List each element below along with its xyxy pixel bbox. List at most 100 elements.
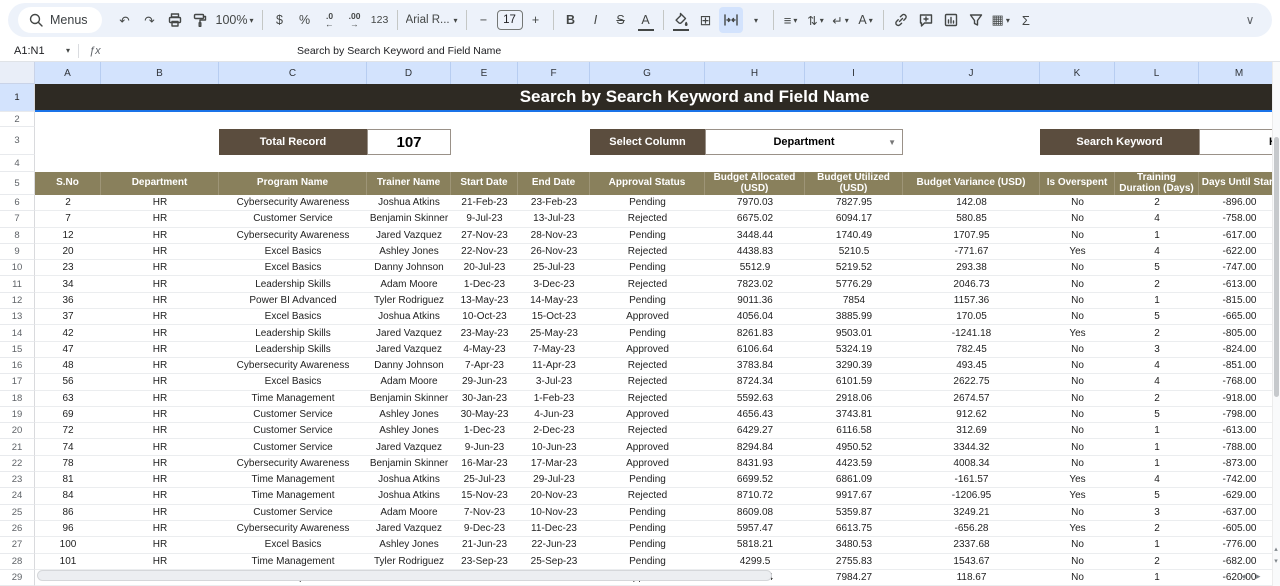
table-cell[interactable]: -873.00 (1199, 456, 1280, 473)
table-cell[interactable]: -161.57 (903, 472, 1040, 489)
table-cell[interactable]: HR (101, 521, 219, 538)
table-cell[interactable]: 1707.95 (903, 228, 1040, 244)
table-cell[interactable]: 580.85 (903, 211, 1040, 228)
table-cell[interactable]: Customer Service (219, 439, 367, 456)
table-cell[interactable]: 100 (35, 537, 101, 554)
table-cell[interactable]: 1 (1115, 456, 1199, 473)
column-header-A[interactable]: A (35, 62, 101, 84)
table-cell[interactable]: HR (101, 309, 219, 326)
decrease-decimal-button[interactable]: .0 ← (318, 7, 342, 33)
table-cell[interactable]: 23 (35, 260, 101, 277)
table-cell[interactable]: Cybersecurity Awareness (219, 521, 367, 538)
table-cell[interactable]: 2918.06 (805, 391, 903, 407)
table-cell[interactable]: HR (101, 472, 219, 489)
search-keyword-input[interactable]: H (1199, 129, 1280, 155)
table-cell[interactable]: -665.00 (1199, 309, 1280, 326)
table-cell[interactable]: -622.00 (1199, 244, 1280, 261)
table-cell[interactable]: 1543.67 (903, 554, 1040, 570)
table-cell[interactable]: No (1040, 195, 1115, 212)
merge-cells-dropdown[interactable]: ▾ (744, 7, 768, 33)
table-cell[interactable]: Customer Service (219, 211, 367, 228)
table-cell[interactable]: 4-Jun-23 (518, 407, 590, 424)
table-cell[interactable]: 7970.03 (705, 195, 805, 212)
table-cell[interactable]: Benjamin Skinner (367, 211, 451, 228)
table-header-cell[interactable]: End Date (518, 172, 590, 195)
row-header-29[interactable]: 29 (0, 569, 35, 586)
table-cell[interactable]: 6101.59 (805, 374, 903, 391)
title-banner-cell[interactable]: Search by Search Keyword and Field Name (35, 84, 1280, 110)
font-family-select[interactable]: Arial R... ▾ (403, 7, 461, 33)
table-cell[interactable]: HR (101, 537, 219, 554)
row-header-25[interactable]: 25 (0, 504, 35, 521)
table-cell[interactable]: Yes (1040, 521, 1115, 538)
table-cell[interactable]: 9503.01 (805, 325, 903, 342)
table-cell[interactable]: 5957.47 (705, 521, 805, 538)
text-rotation-button[interactable]: A ▾ (854, 7, 878, 33)
table-cell[interactable]: Cybersecurity Awareness (219, 195, 367, 212)
table-cell[interactable]: -788.00 (1199, 439, 1280, 456)
horizontal-align-button[interactable]: ≡ ▾ (779, 7, 803, 33)
table-cell[interactable]: Time Management (219, 472, 367, 489)
currency-format-button[interactable]: $ (268, 7, 292, 33)
table-cell[interactable]: Benjamin Skinner (367, 456, 451, 473)
table-cell[interactable]: Approved (590, 309, 705, 326)
table-cell[interactable]: 5512.9 (705, 260, 805, 277)
table-cell[interactable]: Joshua Atkins (367, 195, 451, 212)
table-cell[interactable]: 8710.72 (705, 488, 805, 505)
functions-button[interactable]: Σ (1014, 7, 1038, 33)
table-cell[interactable]: 7823.02 (705, 276, 805, 293)
table-cell[interactable]: 5 (1115, 260, 1199, 277)
table-cell[interactable]: 28-Nov-23 (518, 228, 590, 244)
table-cell[interactable]: -776.00 (1199, 537, 1280, 554)
table-cell[interactable]: 17-Mar-23 (518, 456, 590, 473)
table-cell[interactable]: Ashley Jones (367, 537, 451, 554)
row-header-26[interactable]: 26 (0, 520, 35, 538)
table-header-cell[interactable]: Department (101, 172, 219, 195)
table-cell[interactable]: Approved (590, 456, 705, 473)
table-cell[interactable]: Yes (1040, 488, 1115, 505)
table-header-cell[interactable]: Budget Variance (USD) (903, 172, 1040, 195)
table-cell[interactable]: Power BI Advanced (219, 293, 367, 310)
row-header-9[interactable]: 9 (0, 243, 35, 261)
column-header-D[interactable]: D (367, 62, 451, 84)
table-cell[interactable]: -613.00 (1199, 276, 1280, 293)
table-cell[interactable]: 16-Mar-23 (451, 456, 518, 473)
column-header-H[interactable]: H (705, 62, 805, 84)
table-cell[interactable]: Customer Service (219, 505, 367, 521)
table-cell[interactable]: -747.00 (1199, 260, 1280, 277)
decrease-font-size-button[interactable]: − (472, 7, 496, 33)
text-wrap-button[interactable]: ↵ ▾ (829, 7, 853, 33)
table-cell[interactable]: 48 (35, 358, 101, 375)
undo-button[interactable]: ↶ (113, 7, 137, 33)
table-cell[interactable]: 8431.93 (705, 456, 805, 473)
table-cell[interactable]: Excel Basics (219, 309, 367, 326)
row-header-5[interactable]: 5 (0, 172, 35, 195)
table-cell[interactable]: Customer Service (219, 423, 367, 440)
table-cell[interactable]: 3-Dec-23 (518, 276, 590, 293)
table-cell[interactable]: 4423.59 (805, 456, 903, 473)
table-cell[interactable]: Approved (590, 342, 705, 358)
table-cell[interactable]: No (1040, 570, 1115, 586)
table-cell[interactable]: 3 (1115, 342, 1199, 358)
table-cell[interactable]: 7-Apr-23 (451, 358, 518, 375)
row-header-15[interactable]: 15 (0, 341, 35, 358)
table-cell[interactable]: 4438.83 (705, 244, 805, 261)
table-cell[interactable]: 14-May-23 (518, 293, 590, 310)
table-cell[interactable]: HR (101, 488, 219, 505)
filter-button[interactable] (964, 7, 988, 33)
table-cell[interactable]: 13-Jul-23 (518, 211, 590, 228)
row-header-20[interactable]: 20 (0, 423, 35, 440)
table-cell[interactable]: 25-May-23 (518, 325, 590, 342)
table-cell[interactable]: Jared Vazquez (367, 228, 451, 244)
table-cell[interactable]: -758.00 (1199, 211, 1280, 228)
table-cell[interactable]: 6861.09 (805, 472, 903, 489)
table-cell[interactable]: -771.67 (903, 244, 1040, 261)
table-cell[interactable]: 2 (1115, 391, 1199, 407)
table-cell[interactable]: 2 (35, 195, 101, 212)
row-header-28[interactable]: 28 (0, 553, 35, 570)
table-cell[interactable]: 5592.63 (705, 391, 805, 407)
table-cell[interactable]: 7827.95 (805, 195, 903, 212)
table-cell[interactable]: HR (101, 554, 219, 570)
row-header-1[interactable]: 1 (0, 84, 35, 112)
column-header-K[interactable]: K (1040, 62, 1115, 84)
